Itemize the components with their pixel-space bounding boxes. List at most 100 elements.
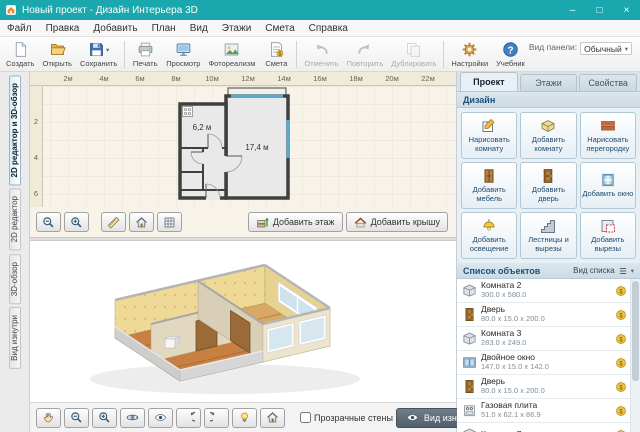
grid-toggle-button[interactable] [157,212,182,232]
pan-hand-button[interactable] [36,408,61,428]
print-button[interactable]: Печать [128,38,162,71]
menu-item-file[interactable]: Файл [0,20,39,36]
home-view-button[interactable] [260,408,285,428]
settings-button[interactable]: Настройки [447,38,492,71]
dropdown-arrow-icon[interactable]: ▾ [106,46,109,54]
menubar: Файл Правка Добавить План Вид Этажи Смет… [0,20,640,37]
price-coin-icon[interactable] [615,405,627,417]
preview-button[interactable]: Просмотр [162,38,204,71]
home-view-button[interactable] [129,212,154,232]
price-coin-icon[interactable] [615,333,627,345]
ruler-mark: 8м [166,74,186,83]
ruler-mark: 6 [30,189,42,198]
add-door-button[interactable]: Добавить дверь [520,162,576,209]
add-window-button[interactable]: Добавить окно [580,162,636,209]
estimate-button[interactable]: Смета [259,38,293,71]
maximize-button[interactable]: □ [586,0,613,20]
price-coin-icon[interactable] [615,381,627,393]
object-list-scrollbar[interactable] [630,279,640,432]
menu-item-estimate[interactable]: Смета [258,20,301,36]
ruler-mark: 2 [30,117,42,126]
dropdown-arrow-icon: ▾ [631,267,634,275]
panel-view-select[interactable]: Обычный▾ [580,42,632,55]
object-rows: Комната 2300.0 x 580.0 Дверь80.0 x 15.0 … [457,279,630,432]
list-item[interactable]: Комната 3283.0 x 249.0 [457,327,630,351]
list-item[interactable]: Дверь80.0 x 15.0 x 200.0 [457,303,630,327]
new-project-button[interactable]: Создать [2,38,39,71]
hand-icon [42,411,55,424]
zoom-out-button[interactable] [36,212,61,232]
list-item[interactable]: Комната 2300.0 x 580.0 [457,279,630,303]
ruler-mark: 12м [238,74,258,83]
tutorial-button[interactable]: Учебник [492,38,529,71]
list-item[interactable]: Дверь80.0 x 15.0 x 200.0 [457,375,630,399]
button-label: Открыть [43,59,72,68]
add-floor-button[interactable]: Добавить этаж [248,212,343,232]
menu-item-plan[interactable]: План [145,20,183,36]
zoom-out-button[interactable] [64,408,89,428]
titlebar: Новый проект - Дизайн Интерьера 3D – □ × [0,0,640,20]
scrollbar-thumb[interactable] [632,281,639,381]
redo-button[interactable]: Повторить [343,38,388,71]
button-label: Учебник [496,59,525,68]
view-3d: Прозрачные стены Вид изнутри [30,241,456,432]
eye-level-button[interactable] [148,408,173,428]
list-item[interactable]: Комната 7 [457,423,630,432]
tab-3d-view[interactable]: 3D-обзор [9,254,21,304]
toolbar-separator [124,41,125,68]
menu-item-edit[interactable]: Правка [39,20,87,36]
menu-item-help[interactable]: Справка [302,20,355,36]
rotate-right-button[interactable] [204,408,229,428]
close-button[interactable]: × [613,0,640,20]
add-furniture-button[interactable]: Добавить мебель [461,162,517,209]
button-label: Добавить освещение [463,236,515,253]
eye-icon [406,411,419,424]
tab-2d-and-3d[interactable]: 2D редактор и 3D-обзор [9,75,21,185]
button-label: Повторить [347,59,384,68]
measure-button[interactable] [101,212,126,232]
save-button[interactable]: ▾Сохранить [76,38,121,71]
undo-button[interactable]: Отменить [300,38,342,71]
zoom-in-button[interactable] [64,212,89,232]
door-icon [462,307,477,322]
add-cutout-button[interactable]: Добавить вырезы [580,212,636,259]
view-mode-tabs: 2D редактор и 3D-обзор 2D редактор 3D-об… [0,72,30,432]
2d-plan-canvas[interactable]: 6,2 м 17,4 м [30,86,456,207]
price-coin-icon[interactable] [615,285,627,297]
zoom-in-button[interactable] [92,408,117,428]
rotate-left-button[interactable] [176,408,201,428]
add-cutout-icon [600,218,616,234]
list-view-control[interactable]: Вид списка ▾ [573,266,634,276]
stairs-cutouts-button[interactable]: Лестницы и вырезы [520,212,576,259]
main-area: 2D редактор и 3D-обзор 2D редактор 3D-об… [0,72,640,432]
add-roof-button[interactable]: Добавить крышу [346,212,448,232]
menu-item-view[interactable]: Вид [183,20,215,36]
duplicate-button[interactable]: Дублировать [387,38,440,71]
add-room-button[interactable]: Добавить комнату [520,112,576,159]
open-button[interactable]: Открыть [39,38,76,71]
tab-properties[interactable]: Свойства [579,74,637,91]
menu-item-floors[interactable]: Этажи [215,20,259,36]
list-item[interactable]: Газовая плита51.0 x 62.1 x 86.9 [457,399,630,423]
menu-item-add[interactable]: Добавить [86,20,144,36]
draw-partition-button[interactable]: Нарисовать перегородку [580,112,636,159]
price-coin-icon[interactable] [615,309,627,321]
add-lighting-button[interactable]: Добавить освещение [461,212,517,259]
tab-2d-editor[interactable]: 2D редактор [9,188,21,250]
3d-scene[interactable] [30,241,456,402]
room-3d-icon [462,331,477,346]
draw-room-button[interactable]: Нарисовать комнату [461,112,517,159]
minimize-button[interactable]: – [559,0,586,20]
tab-floors[interactable]: Этажи [520,74,578,91]
tab-inside-view[interactable]: Вид изнутри [9,307,21,369]
rotate-right-icon [210,411,223,424]
draw-partition-icon [600,118,616,134]
tab-project[interactable]: Проект [460,72,518,91]
orbit-button[interactable] [120,408,145,428]
transparent-walls-checkbox[interactable] [300,412,311,423]
price-coin-icon[interactable] [615,357,627,369]
photorealism-button[interactable]: Фотореализм [204,38,259,71]
price-coin-icon[interactable] [615,429,627,432]
list-item[interactable]: Двойное окно147.0 x 15.0 x 142.0 [457,351,630,375]
lighting-button[interactable] [232,408,257,428]
